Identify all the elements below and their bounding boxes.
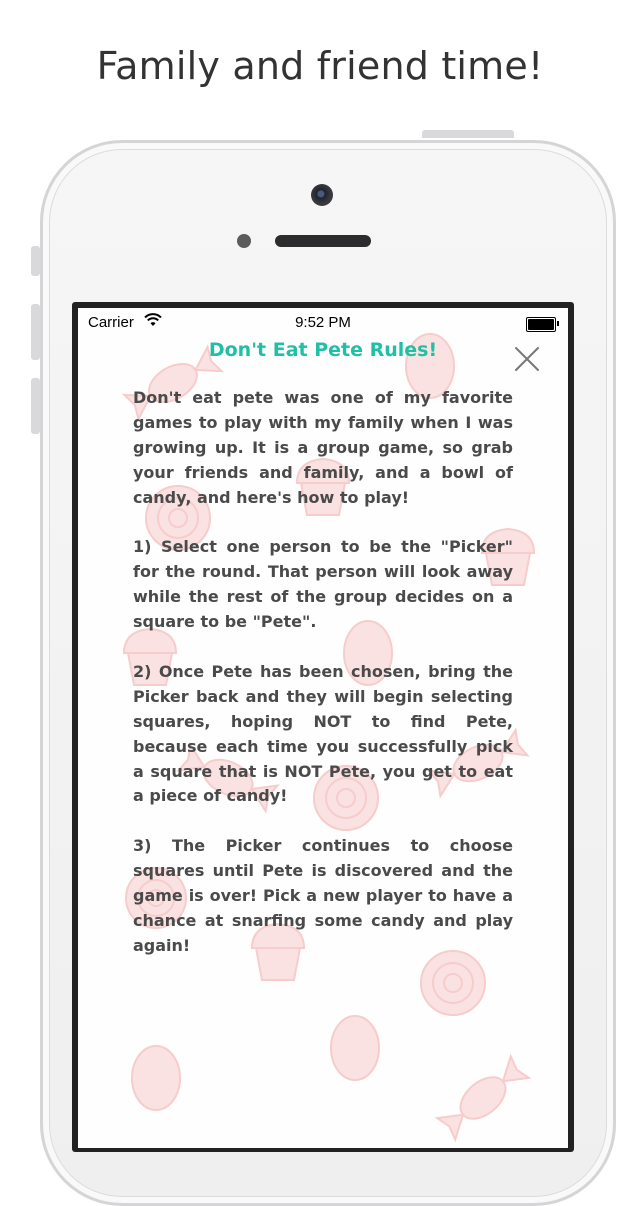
status-time: 9:52 PM [295, 314, 351, 331]
close-icon [515, 347, 539, 371]
rules-paragraph-step-2: 2) Once Pete has been chosen, bring the … [133, 661, 513, 806]
proximity-sensor [237, 234, 251, 248]
power-button [422, 130, 514, 138]
close-button[interactable] [512, 344, 542, 374]
mute-switch [31, 246, 40, 276]
volume-down-button [31, 378, 40, 434]
headline: Family and friend time! [96, 44, 544, 88]
earpiece-speaker [275, 235, 371, 247]
battery-icon [526, 317, 559, 332]
rules-paragraph-intro: Don't eat pete was one of my favorite ga… [133, 388, 513, 507]
rules-paragraph-step-1: 1) Select one person to be the "Picker" … [133, 537, 513, 632]
status-bar: Carrier 9:52 PM [78, 308, 568, 336]
front-camera [311, 184, 333, 206]
app-screen: Carrier 9:52 PM Don't Eat Pete Rules! Do… [78, 308, 568, 1148]
volume-up-button [31, 304, 40, 360]
rules-text: Don't eat pete was one of my favorite ga… [133, 386, 513, 984]
rules-paragraph-step-3: 3) The Picker continues to choose square… [133, 836, 513, 955]
rules-title: Don't Eat Pete Rules! [208, 339, 438, 361]
